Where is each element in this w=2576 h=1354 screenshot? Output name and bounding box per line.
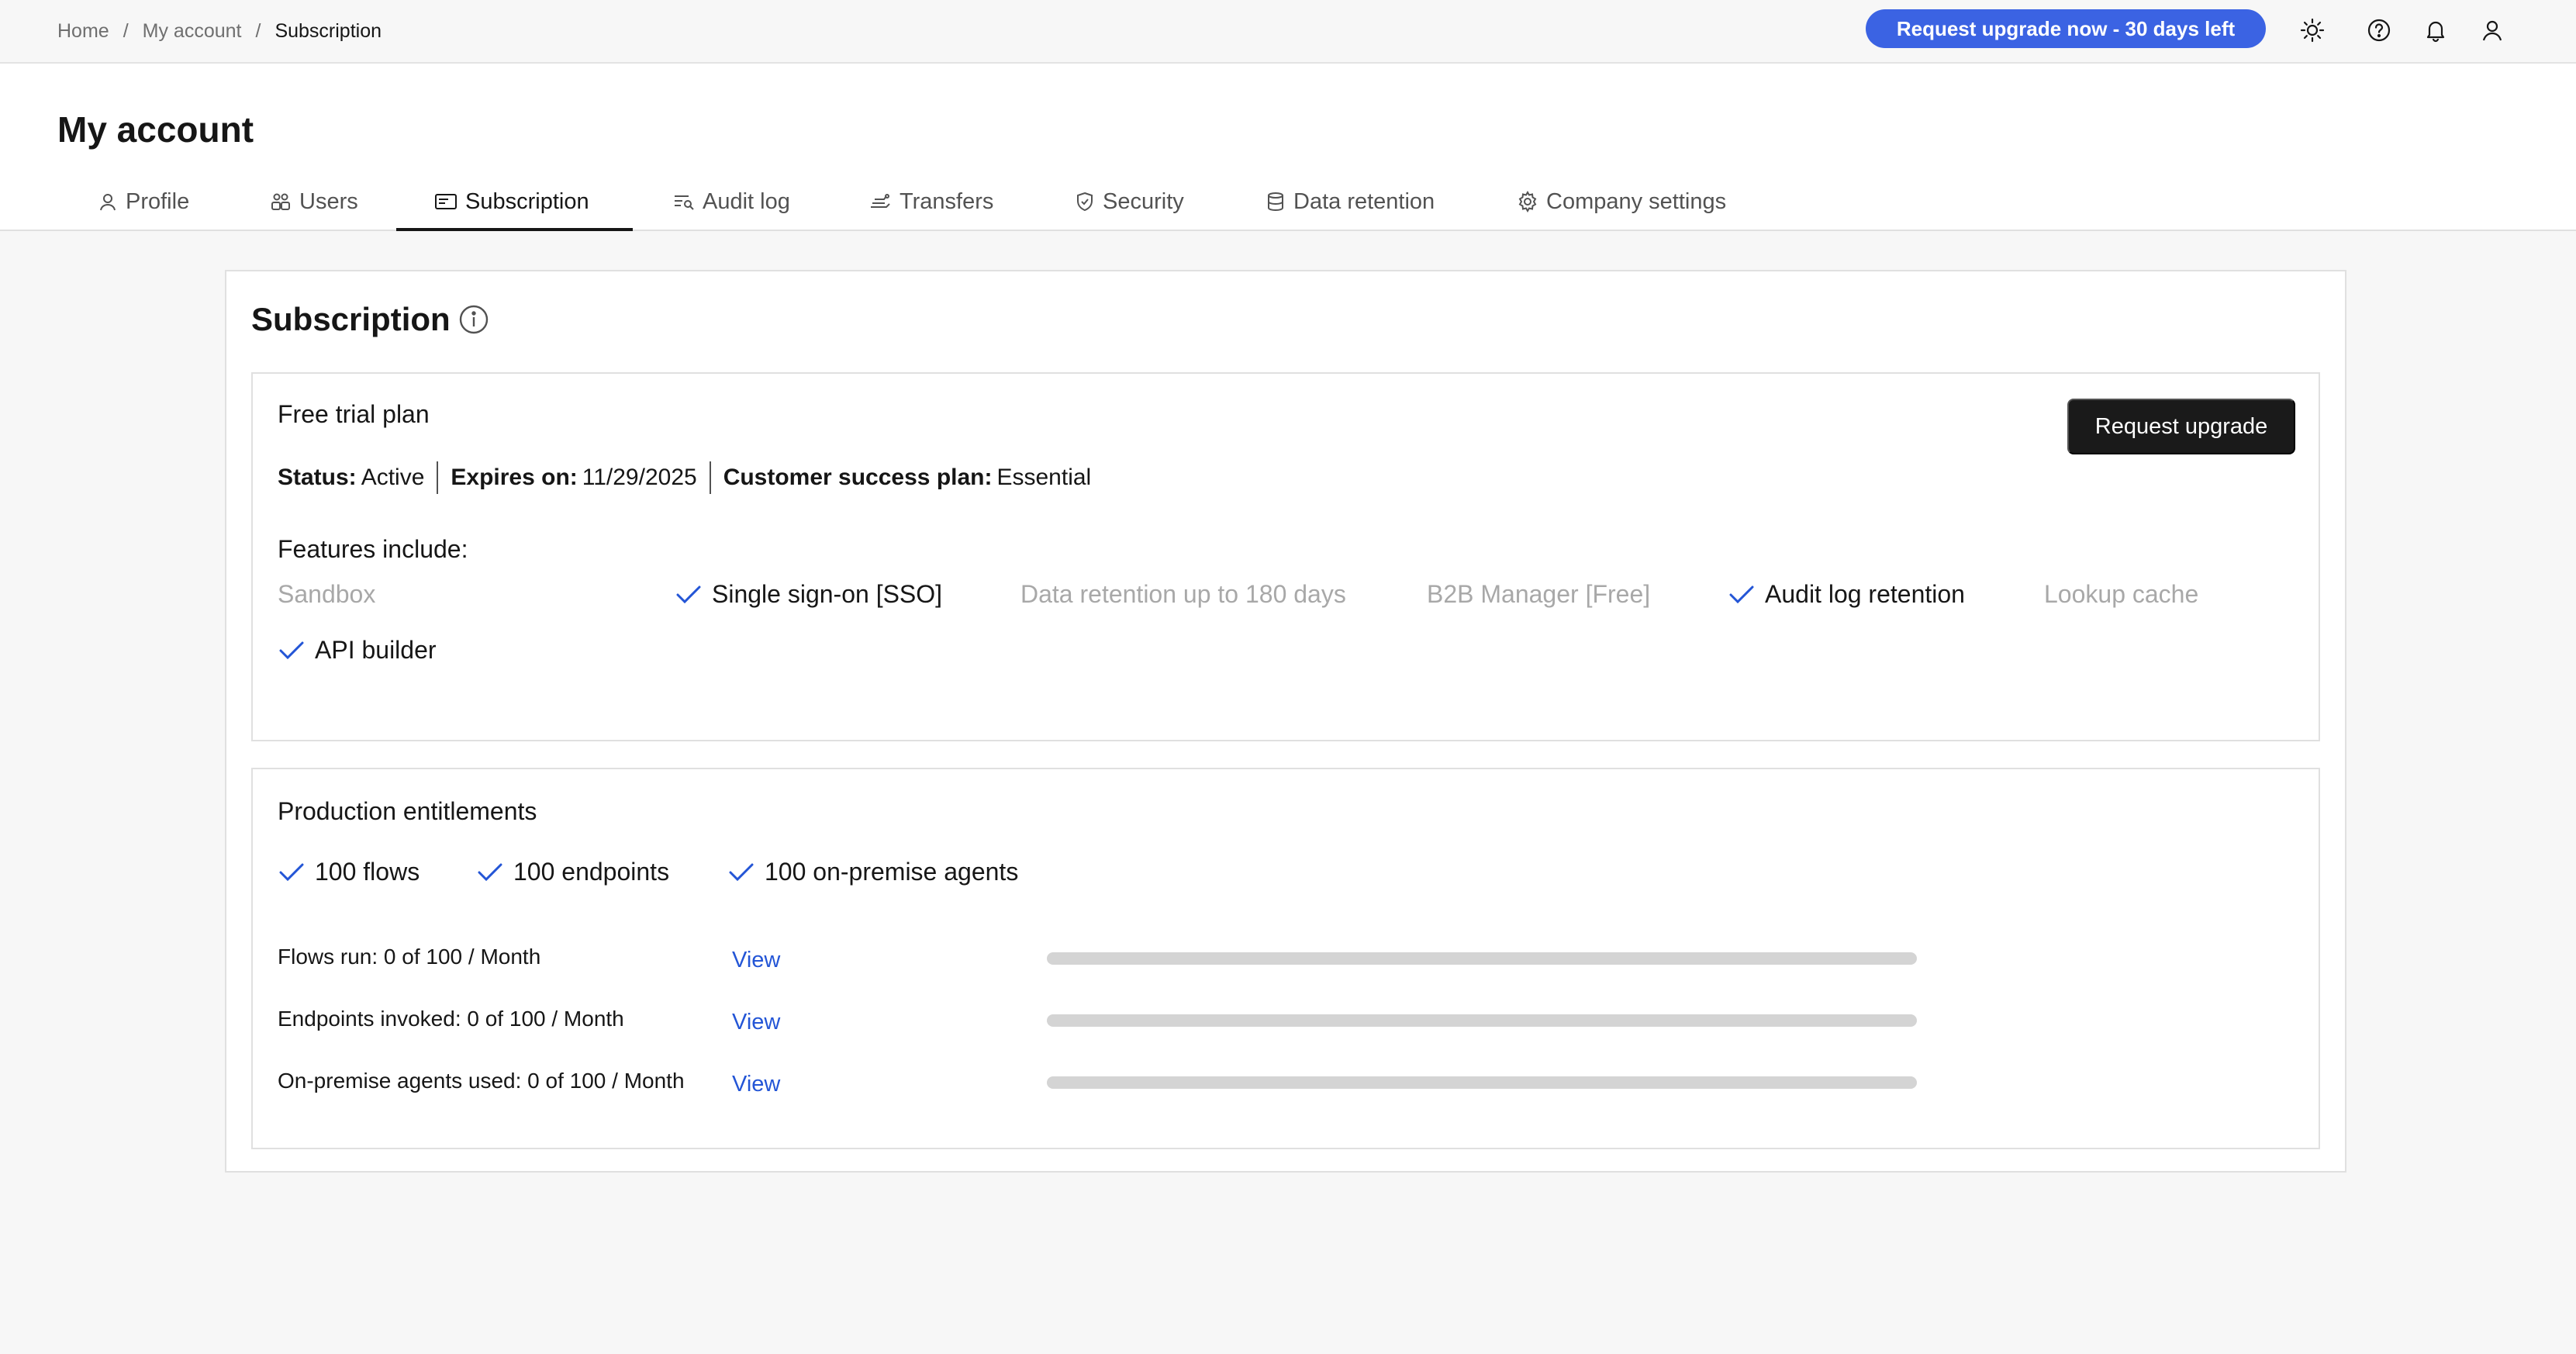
check-icon	[1729, 585, 1754, 603]
usage-row-flows: Flows run: 0 of 100 / Month View	[278, 945, 1917, 976]
tab-label: Subscription	[465, 188, 589, 214]
breadcrumb-current: Subscription	[275, 19, 382, 42]
entitlements-title: Production entitlements	[278, 797, 537, 825]
subscription-card: Subscription Free trial plan Status: Act…	[225, 270, 2346, 1173]
feature-sso: Single sign-on [SSO]	[675, 580, 942, 609]
users-icon	[271, 193, 290, 210]
user-icon	[100, 194, 116, 211]
feature-data-retention: Data retention up to 180 days	[1020, 580, 1346, 609]
divider	[709, 461, 711, 494]
entitlement-flows: 100 flows	[278, 858, 420, 886]
breadcrumb-home[interactable]: Home	[57, 20, 109, 43]
entitlements-card: Production entitlements 100 flows 100 en…	[251, 768, 2320, 1149]
database-icon	[1268, 192, 1283, 212]
tab-transfers[interactable]: Transfers	[865, 172, 996, 231]
breadcrumb-separator: /	[123, 19, 129, 42]
csp-value: Essential	[996, 465, 1092, 490]
tab-data-retention[interactable]: Data retention	[1262, 172, 1438, 231]
top-bar: Home / My account / Subscription Request…	[0, 0, 2576, 64]
tab-company-settings[interactable]: Company settings	[1514, 172, 1729, 231]
usage-progress-bar	[1047, 1014, 1917, 1027]
tab-label: Data retention	[1293, 188, 1435, 214]
status-value: Active	[361, 465, 425, 490]
page-title: My account	[57, 109, 254, 150]
tab-label: Users	[299, 188, 358, 214]
entitlement-agents: 100 on-premise agents	[727, 858, 1018, 886]
bell-icon[interactable]	[2419, 13, 2453, 47]
expires-value: 11/29/2025	[582, 465, 697, 490]
active-tab-indicator	[396, 228, 633, 231]
divider	[437, 461, 439, 494]
check-icon	[478, 863, 502, 881]
info-icon[interactable]	[458, 304, 489, 335]
plan-card: Free trial plan Status: Active Expires o…	[251, 372, 2320, 741]
sun-icon[interactable]	[2295, 13, 2329, 47]
tab-label: Security	[1103, 188, 1184, 214]
request-upgrade-button[interactable]: Request upgrade	[2067, 399, 2295, 454]
feature-label: Single sign-on [SSO]	[712, 580, 943, 608]
feature-lookup-cache: Lookup cache	[2044, 580, 2198, 609]
user-icon[interactable]	[2475, 13, 2509, 47]
feature-label: B2B Manager [Free]	[1427, 580, 1651, 608]
feature-label: API builder	[315, 636, 437, 664]
view-endpoints-link[interactable]: View	[732, 1010, 780, 1035]
transfers-icon	[871, 194, 890, 208]
tab-profile[interactable]: Profile	[95, 172, 192, 231]
check-icon	[279, 641, 304, 659]
shield-icon	[1077, 192, 1093, 212]
usage-progress-bar	[1047, 952, 1917, 965]
plan-status-row: Status: Active Expires on: 11/29/2025 Cu…	[278, 461, 1091, 495]
usage-label: Flows run: 0 of 100 / Month	[278, 945, 541, 969]
check-icon	[279, 863, 304, 881]
usage-row-agents: On-premise agents used: 0 of 100 / Month…	[278, 1069, 1917, 1100]
feature-label: Sandbox	[278, 580, 376, 608]
tab-label: Audit log	[703, 188, 790, 214]
tab-security[interactable]: Security	[1072, 172, 1187, 231]
audit-log-icon	[675, 195, 694, 210]
tab-audit-log[interactable]: Audit log	[670, 172, 793, 231]
features-label: Features include:	[278, 535, 468, 563]
feature-label: Lookup cache	[2044, 580, 2199, 608]
app-root: Home / My account / Subscription Request…	[0, 0, 2576, 1354]
page-header: My account Profile Users Subscription Au…	[0, 64, 2576, 231]
breadcrumb-separator: /	[255, 19, 261, 42]
usage-label: Endpoints invoked: 0 of 100 / Month	[278, 1007, 624, 1031]
request-upgrade-now-button[interactable]: Request upgrade now - 30 days left	[1866, 9, 2266, 48]
card-icon	[435, 194, 457, 209]
tab-label: Company settings	[1546, 188, 1727, 214]
tab-subscription[interactable]: Subscription	[431, 172, 592, 231]
csp-label: Customer success plan:	[723, 465, 993, 490]
entitlement-label: 100 flows	[315, 858, 420, 886]
feature-b2b-manager: B2B Manager [Free]	[1427, 580, 1650, 609]
feature-label: Audit log retention	[1765, 580, 1965, 608]
gear-icon	[1518, 191, 1537, 212]
tab-label: Profile	[126, 188, 190, 214]
tab-users[interactable]: Users	[267, 172, 361, 231]
tab-label: Transfers	[900, 188, 994, 214]
usage-row-endpoints: Endpoints invoked: 0 of 100 / Month View	[278, 1007, 1917, 1038]
breadcrumb-my-account[interactable]: My account	[143, 20, 242, 43]
section-title: Subscription	[251, 301, 489, 338]
subscription-title: Subscription	[251, 301, 451, 337]
view-agents-link[interactable]: View	[732, 1072, 780, 1097]
check-icon	[676, 585, 701, 603]
feature-api-builder: API builder	[278, 636, 437, 665]
entitlement-label: 100 endpoints	[513, 858, 670, 886]
usage-label: On-premise agents used: 0 of 100 / Month	[278, 1069, 685, 1093]
usage-progress-bar	[1047, 1076, 1917, 1089]
status-label: Status:	[278, 465, 357, 490]
feature-label: Data retention up to 180 days	[1020, 580, 1346, 608]
view-flows-link[interactable]: View	[732, 948, 780, 973]
plan-name: Free trial plan	[278, 400, 430, 428]
help-icon[interactable]	[2362, 13, 2396, 47]
entitlement-label: 100 on-premise agents	[765, 858, 1019, 886]
feature-sandbox: Sandbox	[278, 580, 375, 609]
feature-audit-log-retention: Audit log retention	[1728, 580, 1965, 609]
check-icon	[729, 863, 754, 881]
tab-bar: Profile Users Subscription Audit log Tra…	[0, 172, 1784, 231]
breadcrumb: Home / My account / Subscription	[57, 17, 382, 45]
entitlement-endpoints: 100 endpoints	[476, 858, 669, 886]
expires-label: Expires on:	[451, 465, 578, 490]
